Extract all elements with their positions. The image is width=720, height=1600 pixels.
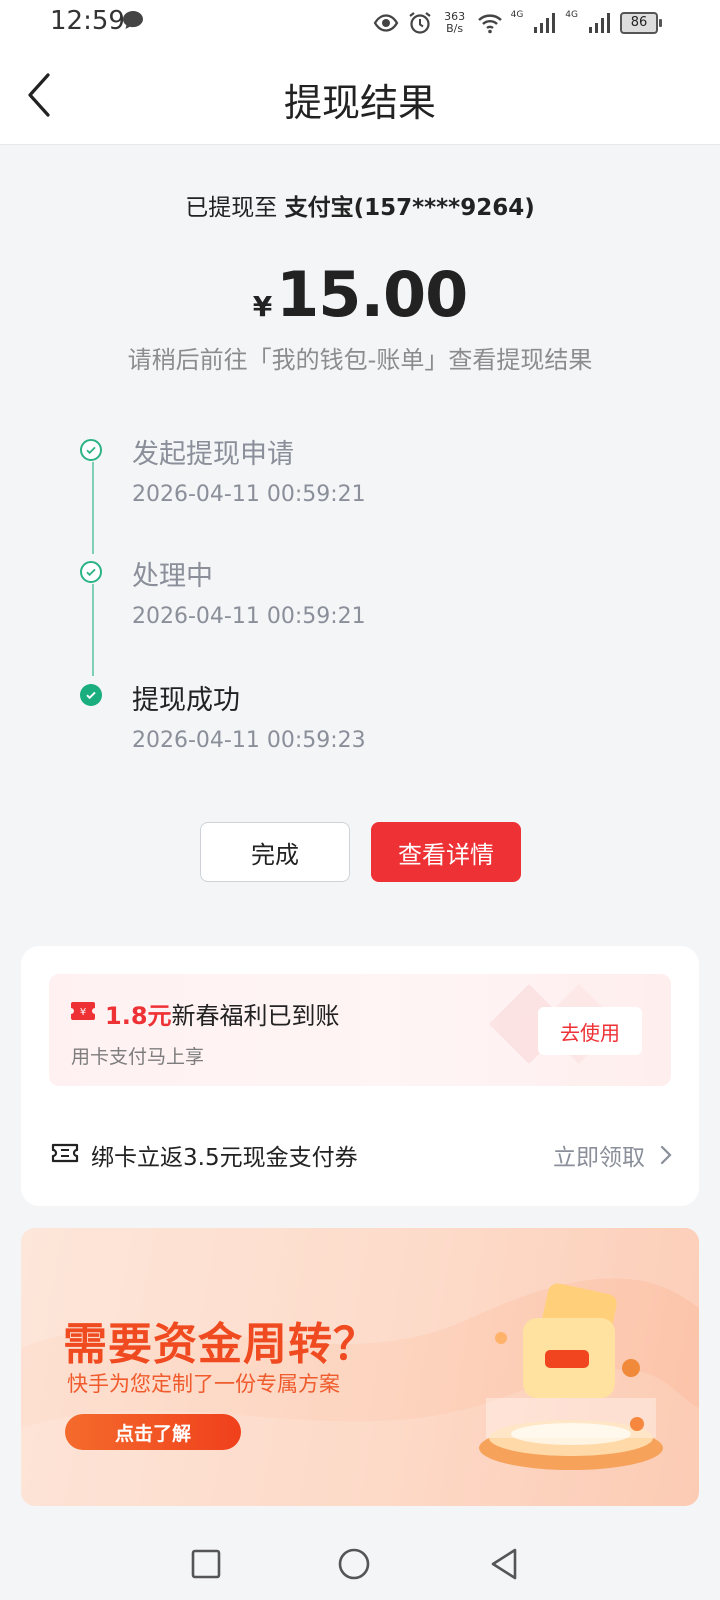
use-now-button[interactable]: 去使用 [538, 1007, 642, 1055]
claim-now-link[interactable]: 立即领取 [553, 1138, 645, 1172]
loan-ad-banner[interactable]: 需要资金周转？ 快手为您定制了一份专属方案 点击了解 [21, 1228, 699, 1506]
wallet-podium-icon [479, 1283, 663, 1470]
speed-unit: B/s [446, 22, 464, 35]
nav-bar: 提现结果 [0, 46, 720, 145]
chevron-right-icon [660, 1145, 672, 1165]
chat-bubble-icon [123, 11, 143, 29]
destination-prefix: 已提现至 [185, 195, 278, 221]
system-nav-bar [0, 1528, 720, 1600]
view-details-button[interactable]: 查看详情 [371, 822, 521, 882]
status-bar: 12:59 363 B/s 4G 4G 86 [0, 0, 720, 46]
step-check-icon [80, 439, 102, 461]
promo-title: 1.8元新春福利已到账 [105, 996, 340, 1031]
learn-more-button[interactable]: 点击了解 [65, 1414, 241, 1450]
banner-title: 需要资金周转？ [63, 1319, 378, 1370]
signal-icon-2 [589, 13, 610, 33]
bind-card-coupon-row[interactable]: 绑卡立返3.5元现金支付券 立即领取 [21, 1126, 699, 1182]
network-type-2: 4G [565, 10, 578, 20]
promo-subtitle: 用卡支付马上享 [71, 1046, 205, 1068]
status-icons: 363 B/s 4G 4G 86 [373, 8, 662, 38]
page-title: 提现结果 [283, 81, 436, 125]
signal-icon [534, 13, 556, 33]
status-time: 12:59 [50, 6, 125, 36]
destination-account: 支付宝(157****9264) [284, 195, 535, 221]
timeline-connector [92, 462, 94, 554]
home-icon[interactable] [336, 1546, 372, 1582]
timeline-step-time: 2026-04-11 00:59:21 [132, 604, 366, 629]
amount-value: 15.00 [276, 258, 468, 331]
coupon-text: 绑卡立返3.5元现金支付券 [91, 1145, 358, 1171]
benefits-card: ¥ 1.8元新春福利已到账 用卡支付马上享 去使用 绑卡立返3.5元现金支付券 … [21, 946, 699, 1206]
network-speed: 363 B/s [441, 11, 469, 35]
timeline-connector [92, 584, 94, 676]
timeline-step-title: 发起提现申请 [132, 439, 294, 470]
alarm-icon [408, 12, 431, 34]
withdraw-amount: ¥15.00 [0, 258, 720, 331]
timeline-step-time: 2026-04-11 00:59:23 [132, 728, 366, 753]
done-button[interactable]: 完成 [200, 822, 350, 882]
promo-title-text: 新春福利已到账 [171, 1002, 340, 1030]
withdraw-destination: 已提现至 支付宝(157****9264) [0, 188, 720, 222]
banner-subtitle: 快手为您定制了一份专属方案 [67, 1372, 340, 1396]
promo-banner[interactable]: ¥ 1.8元新春福利已到账 用卡支付马上享 去使用 [49, 974, 671, 1086]
eye-icon [373, 14, 398, 32]
battery-icon: 86 [620, 12, 662, 34]
result-tip: 请稍后前往「我的钱包-账单」查看提现结果 [127, 346, 593, 374]
svg-text:¥: ¥ [80, 1007, 86, 1018]
timeline-step-title: 提现成功 [132, 685, 240, 716]
wifi-icon [477, 14, 502, 34]
timeline-step-time: 2026-04-11 00:59:21 [132, 482, 366, 507]
currency-symbol: ¥ [252, 290, 273, 323]
recent-apps-icon[interactable] [188, 1546, 224, 1582]
network-type-1: 4G [510, 10, 524, 20]
promo-amount: 1.8元 [105, 1002, 172, 1030]
timeline-step-title: 处理中 [132, 561, 213, 592]
step-success-icon [80, 684, 102, 706]
red-coupon-icon: ¥ [71, 1002, 95, 1020]
progress-timeline: 发起提现申请 2026-04-11 00:59:21 处理中 2026-04-1… [80, 430, 640, 770]
step-check-icon [80, 561, 102, 583]
back-triangle-icon[interactable] [486, 1546, 522, 1582]
ticket-icon [51, 1143, 79, 1163]
